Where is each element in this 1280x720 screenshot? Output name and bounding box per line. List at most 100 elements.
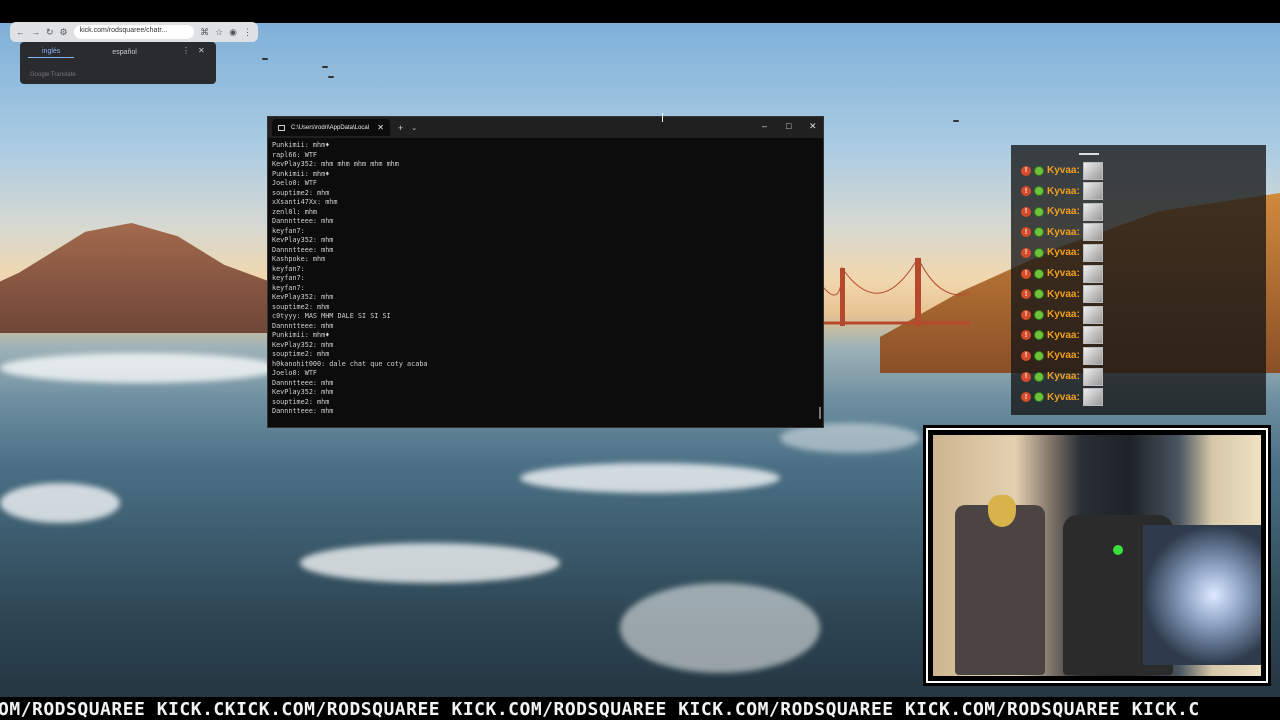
terminal-line: zenl0l: mhm [272,207,318,216]
chat-overlay: ! Kyvaa:! Kyvaa:! Kyvaa:! Kyvaa:! Kyvaa:! Kyva… [1011,145,1266,415]
reload-icon[interactable]: ↻ [46,27,54,38]
chat-username[interactable]: Kyvaa: [1047,268,1080,279]
star-icon[interactable]: ☆ [215,27,223,38]
terminal-line: Punkimii: mhm♦ [272,141,330,149]
chat-username[interactable]: Kyvaa: [1047,186,1080,197]
chat-username[interactable]: Kyvaa: [1047,350,1080,361]
alert-badge-icon: ! [1021,247,1031,258]
alert-badge-icon: ! [1021,206,1031,217]
terminal-line: c0tyyy: MAS MHM DALE SI SI SI [272,312,391,320]
mouse-cursor [662,113,663,122]
smiley-badge-icon [1034,350,1044,361]
smiley-badge-icon [1034,371,1044,382]
menu-icon[interactable]: ⋮ [243,27,252,38]
chat-username[interactable]: Kyvaa: [1047,289,1080,300]
alert-badge-icon: ! [1021,392,1031,403]
terminal-line: keyfan7: [272,264,305,273]
tab-dropdown-button[interactable]: ⌄ [411,124,417,132]
translate-brand: Google Translate [30,72,76,78]
terminal-tab-title: C:\Users\rodri\AppData\Local [291,124,370,131]
alert-badge-icon: ! [1021,350,1031,361]
smiley-badge-icon [1034,289,1044,300]
smiley-badge-icon [1034,268,1044,279]
emote-icon [1082,202,1103,221]
chat-message: ! Kyvaa: [1021,285,1103,304]
profile-icon[interactable]: ◉ [229,27,237,38]
chat-username[interactable]: Kyvaa: [1047,227,1080,238]
smiley-badge-icon [1034,227,1044,238]
smiley-badge-icon [1034,247,1044,258]
forward-icon[interactable]: → [31,27,40,37]
terminal-line: souptime2: mhm [272,350,330,358]
emote-icon [1082,305,1103,324]
terminal-line: Kashpoke: mhm [272,255,326,263]
chat-message: ! Kyvaa: [1021,243,1103,262]
chat-username[interactable]: Kyvaa: [1047,247,1080,258]
webcam-video [933,435,1261,676]
ticker-bar: OM/RODSQUAREE KICK.CKICK.COM/RODSQUAREE … [0,697,1280,720]
chat-message: ! Kyvaa: [1021,264,1103,283]
chat-message: ! Kyvaa: [1021,161,1103,180]
terminal-line: Punkimii: mhm♦ [272,331,330,339]
terminal-line: souptime2: mhm [272,188,330,197]
smiley-badge-icon [1034,165,1044,176]
wallpaper-hill-left [0,223,290,333]
terminal-tabbar: C:\Users\rodri\AppData\Local ✕ + ⌄ – □ ✕ [268,117,823,138]
gaming-chair-left [955,505,1045,675]
translate-menu-icon[interactable]: ⋮ [182,46,190,55]
bird-icon [328,76,334,78]
chat-message: ! Kyvaa: [1021,223,1103,242]
terminal-line: souptime2: mhm [272,397,330,406]
smiley-badge-icon [1034,392,1044,403]
emote-icon [1082,285,1103,304]
chat-message: ! Kyvaa: [1021,346,1103,365]
minimize-button[interactable]: – [762,121,767,131]
alert-badge-icon: ! [1021,165,1031,176]
terminal-line: Dannntteee: mhm [272,378,334,387]
chat-username[interactable]: Kyvaa: [1047,392,1080,403]
browser-toolbar: ← → ↻ ⚙ kick.com/rodsquaree/chatr... ⌘ ☆… [10,22,258,42]
chat-username[interactable]: Kyvaa: [1047,165,1080,176]
terminal-line: keyfan7: [272,226,305,235]
translate-tab-to[interactable]: español [98,47,151,58]
emote-icon [1082,367,1103,386]
terminal-scrollbar[interactable] [819,407,821,419]
monitor-screen [1143,525,1261,665]
chat-username[interactable]: Kyvaa: [1047,206,1080,217]
smiley-badge-icon [1034,330,1044,341]
ticker-text: OM/RODSQUAREE KICK.CKICK.COM/RODSQUAREE … [0,699,1200,720]
terminal-line: KevPlay352: mhm mhm mhm mhm mhm [272,160,399,168]
wave-foam [300,543,560,583]
chat-username[interactable]: Kyvaa: [1047,371,1080,382]
terminal-line: keyfan7: [272,274,305,282]
tab-close-icon[interactable]: ✕ [377,123,384,132]
terminal-line: Dannntteee: mhm [272,217,334,225]
new-tab-button[interactable]: + [398,123,403,133]
chat-message: ! Kyvaa: [1021,305,1103,324]
close-button[interactable]: ✕ [809,121,817,132]
terminal-line: h0kanohit000: dale chat que coty acaba [272,359,428,368]
back-icon[interactable]: ← [16,27,25,37]
wave-foam [0,483,120,523]
chat-message: ! Kyvaa: [1021,326,1103,345]
translate-close-icon[interactable]: ✕ [198,46,205,55]
address-bar[interactable]: kick.com/rodsquaree/chatr... [73,25,195,39]
emote-icon [1082,182,1103,201]
terminal-line: Punkimii: mhm♦ [272,169,330,178]
terminal-window[interactable]: C:\Users\rodri\AppData\Local ✕ + ⌄ – □ ✕… [267,116,824,428]
razer-logo-icon [1113,545,1123,555]
chat-username[interactable]: Kyvaa: [1047,330,1080,341]
screen: ← → ↻ ⚙ kick.com/rodsquaree/chatr... ⌘ ☆… [0,0,1280,720]
terminal-tab[interactable]: C:\Users\rodri\AppData\Local ✕ [272,119,390,136]
maximize-button[interactable]: □ [786,121,791,131]
translate-tab-from[interactable]: inglés [28,46,75,58]
webcam-frame [923,425,1271,686]
chat-username[interactable]: Kyvaa: [1047,309,1080,320]
site-info-icon[interactable]: ⚙ [60,27,68,38]
bird-icon [322,66,328,68]
terminal-line: KevPlay352: mhm [272,293,334,301]
terminal-line: souptime2: mhm [272,302,330,311]
terminal-line: rapl66: WTF [272,150,318,159]
emote-icon [1082,264,1103,283]
translate-icon[interactable]: ⌘ [200,27,209,38]
